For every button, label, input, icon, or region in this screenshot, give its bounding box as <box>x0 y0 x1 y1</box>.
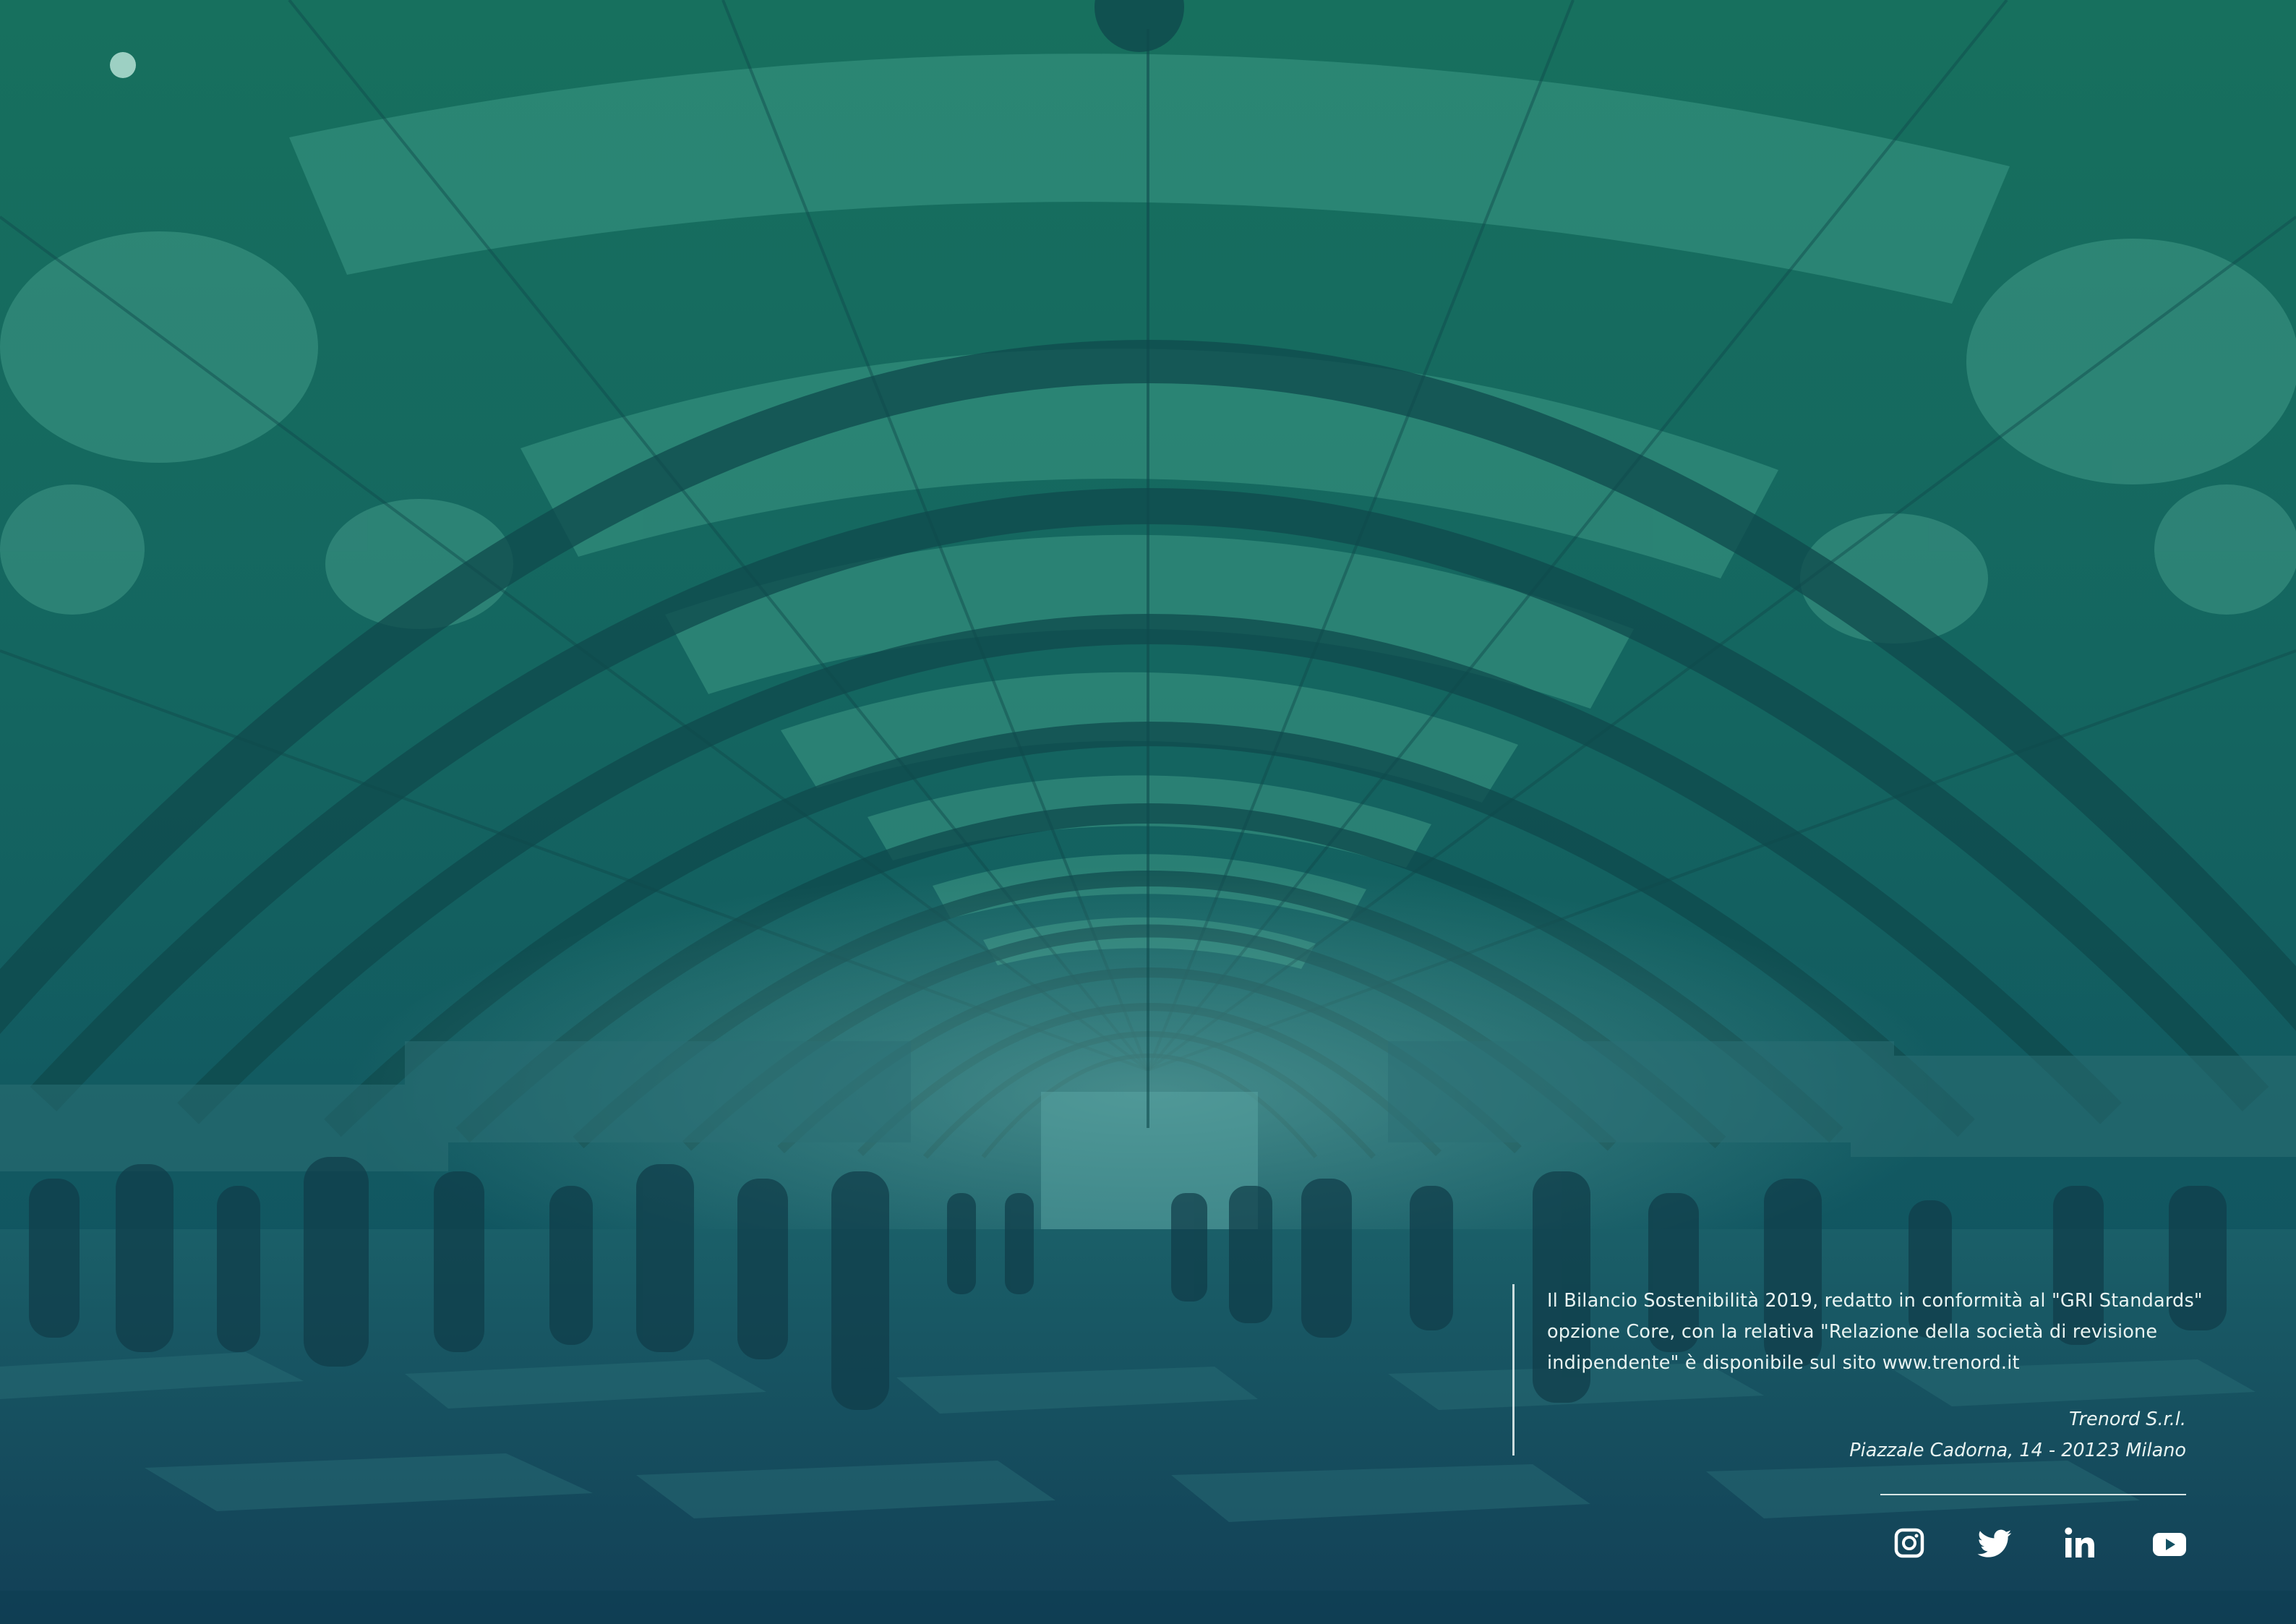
linkedin-icon[interactable] <box>2064 1526 2096 1560</box>
description-line: opzione Core, con la relativa "Relazione… <box>1547 1321 2158 1343</box>
station-background-image <box>0 0 2296 1624</box>
report-availability-text: Il Bilancio Sostenibilità 2019, redatto … <box>1547 1286 2203 1379</box>
youtube-icon[interactable] <box>2152 1526 2187 1560</box>
horizontal-divider <box>1880 1494 2186 1495</box>
company-name: Trenord S.r.l. <box>2068 1409 2186 1430</box>
twitter-icon[interactable] <box>1976 1526 2013 1560</box>
company-address-block: Trenord S.r.l. Piazzale Cadorna, 14 - 20… <box>1849 1404 2186 1466</box>
vertical-divider <box>1512 1284 1515 1456</box>
company-address: Piazzale Cadorna, 14 - 20123 Milano <box>1849 1440 2186 1461</box>
instagram-icon[interactable] <box>1894 1526 1924 1560</box>
description-line: Il Bilancio Sostenibilità 2019, redatto … <box>1547 1290 2203 1312</box>
description-line: indipendente" è disponibile sul sito www… <box>1547 1352 2020 1374</box>
